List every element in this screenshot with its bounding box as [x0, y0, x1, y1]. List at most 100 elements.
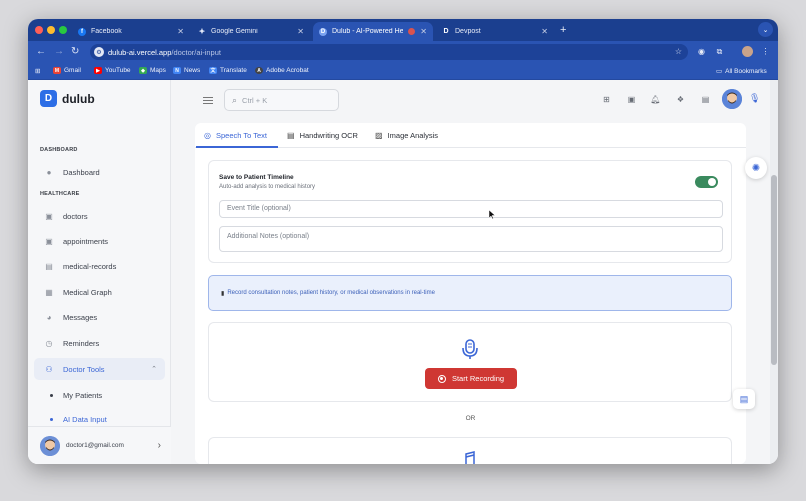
- sidebar-item-doctors[interactable]: ▣ doctors: [34, 206, 165, 227]
- page-scrollbar[interactable]: [770, 80, 778, 464]
- close-tab-icon[interactable]: ✕: [177, 27, 184, 36]
- mic-icon: ◎: [204, 131, 211, 140]
- section-dashboard: DASHBOARD: [40, 147, 78, 153]
- main-content: ⌕ Ctrl + K ⊞ ▣ 🔔︎ ❖ ▤ 🎙︎ ◎ Speech To Tex…: [172, 80, 770, 464]
- bookmark-youtube[interactable]: ▶ YouTube: [94, 67, 131, 74]
- graph-icon: ▦: [45, 288, 53, 297]
- sidebar-subitem-my-patients[interactable]: My Patients: [50, 391, 102, 400]
- bookmark-news[interactable]: N News: [173, 67, 200, 74]
- image-icon: ▨: [375, 131, 383, 140]
- browser-window: f Facebook ✕ ✦ Google Gemini ✕ D Dulub -…: [28, 19, 778, 464]
- logo-mark: D: [40, 90, 57, 107]
- bullet-dot: [50, 394, 53, 397]
- save-to-timeline-toggle[interactable]: [695, 176, 718, 188]
- chat-button[interactable]: ▤: [733, 389, 755, 409]
- start-recording-button[interactable]: Start Recording: [425, 368, 517, 389]
- avatar-face-icon: [722, 89, 742, 109]
- site-info-icon[interactable]: ⚙: [94, 47, 104, 57]
- tab-handwriting-ocr[interactable]: ▤ Handwriting OCR: [287, 131, 358, 140]
- info-banner: ▮ Record consultation notes, patient his…: [208, 275, 732, 311]
- bookmark-maps[interactable]: ◆ Maps: [139, 67, 166, 74]
- voice-mic-icon[interactable]: 🎙︎: [749, 93, 760, 104]
- profile-avatar-icon[interactable]: [742, 46, 753, 57]
- user-profile-box[interactable]: doctor1@gmail.com ›: [28, 426, 171, 464]
- sidebar-item-dashboard[interactable]: ● Dashboard: [34, 162, 165, 183]
- sidebar-subitem-ai-data-input[interactable]: AI Data Input: [50, 415, 107, 424]
- recording-indicator-icon: [408, 28, 416, 35]
- translate-icon[interactable]: ▣: [625, 93, 638, 106]
- apps-icon[interactable]: ❖: [674, 93, 687, 106]
- menu-toggle-icon[interactable]: [203, 97, 213, 104]
- windows-icon[interactable]: ⊞: [600, 93, 613, 106]
- apps-grid-icon[interactable]: ⊞: [35, 67, 40, 75]
- sparkle-icon: ✺: [751, 162, 761, 174]
- ai-assistant-button[interactable]: ✺: [745, 157, 767, 179]
- upload-panel: [208, 437, 732, 464]
- forward-arrow-icon[interactable]: →: [54, 46, 64, 57]
- all-bookmarks-button[interactable]: ▭ All Bookmarks: [716, 67, 767, 76]
- browser-tab-devpost[interactable]: D Devpost ✕: [436, 22, 554, 41]
- record-icon: [437, 374, 446, 383]
- sidebar-item-appointments[interactable]: ▣ appointments: [34, 231, 165, 252]
- logo-name: dulub: [62, 91, 95, 106]
- web-page: D dulub DASHBOARD ● Dashboard HEALTHCARE…: [28, 80, 778, 464]
- user-avatar[interactable]: [722, 89, 742, 109]
- close-tab-icon[interactable]: ✕: [541, 27, 548, 36]
- close-window-button[interactable]: [35, 26, 43, 34]
- extension-icon[interactable]: ◉: [696, 46, 707, 57]
- bookmark-star-icon[interactable]: ☆: [675, 47, 682, 56]
- tab-speech-to-text[interactable]: ◎ Speech To Text: [204, 131, 267, 140]
- timeline-settings-panel: Save to Patient Timeline Auto-add analys…: [208, 160, 732, 263]
- user-email: doctor1@gmail.com: [66, 442, 124, 449]
- additional-notes-input[interactable]: Additional Notes (optional): [219, 226, 723, 252]
- browser-tab-gemini[interactable]: ✦ Google Gemini ✕: [192, 22, 310, 41]
- sidebar-item-medical-records[interactable]: ▤ medical-records: [34, 256, 165, 277]
- browser-toolbar: ← → ↻ ⚙ dulub-ai.vercel.app/doctor/ai-in…: [28, 41, 778, 63]
- timeline-title: Save to Patient Timeline: [219, 174, 294, 181]
- app-logo[interactable]: D dulub: [40, 90, 95, 107]
- browser-tab-dulub[interactable]: D Dulub - AI-Powered Heal ✕: [313, 22, 433, 41]
- tab-strip: f Facebook ✕ ✦ Google Gemini ✕ D Dulub -…: [28, 19, 778, 41]
- tab-search-button[interactable]: ⌄: [758, 22, 773, 37]
- address-bar[interactable]: ⚙ dulub-ai.vercel.app/doctor/ai-input ☆: [90, 44, 688, 60]
- user-avatar-small: [40, 435, 60, 456]
- user-icon: ●: [46, 168, 52, 177]
- search-input[interactable]: ⌕ Ctrl + K: [224, 89, 339, 111]
- browser-tab-facebook[interactable]: f Facebook ✕: [72, 22, 190, 41]
- new-tab-button[interactable]: +: [560, 24, 566, 36]
- document-icon: ▤: [287, 131, 295, 140]
- tab-image-analysis[interactable]: ▨ Image Analysis: [375, 131, 438, 140]
- messages-icon: ◕: [46, 313, 52, 322]
- maximize-window-button[interactable]: [59, 26, 67, 34]
- extensions-puzzle-icon[interactable]: ⧉: [714, 46, 725, 57]
- minimize-window-button[interactable]: [47, 26, 55, 34]
- sidebar-item-reminders[interactable]: ◷ Reminders: [34, 333, 165, 354]
- bell-icon[interactable]: 🔔︎: [649, 93, 662, 106]
- doctor-icon: ▣: [45, 212, 53, 221]
- sidebar-item-messages[interactable]: ◕ Messages: [34, 307, 165, 328]
- devpost-icon: D: [443, 28, 449, 35]
- reload-icon[interactable]: ↻: [71, 46, 79, 57]
- sidebar-item-medical-graph[interactable]: ▦ Medical Graph: [34, 282, 165, 303]
- notes-icon[interactable]: ▤: [699, 93, 712, 106]
- bookmark-adobe-acrobat[interactable]: A Adobe Acrobat: [255, 67, 309, 74]
- scrollbar-thumb[interactable]: [771, 175, 777, 365]
- bookmarks-bar: ⊞ M Gmail ▶ YouTube ◆ Maps N News 文 Translate…: [28, 63, 778, 80]
- event-title-input[interactable]: Event Title (optional): [219, 200, 723, 218]
- bookmark-gmail[interactable]: M Gmail: [53, 67, 81, 74]
- records-icon: ▤: [45, 262, 53, 271]
- avatar-face-icon: [40, 435, 60, 456]
- browser-menu-icon[interactable]: ⋮: [760, 46, 771, 57]
- close-tab-icon[interactable]: ✕: [420, 27, 427, 36]
- bullet-dot: [50, 418, 53, 421]
- back-arrow-icon[interactable]: ←: [36, 46, 46, 57]
- bookmark-translate[interactable]: 文 Translate: [209, 67, 247, 74]
- calendar-icon: ▣: [45, 237, 53, 246]
- section-healthcare: HEALTHCARE: [40, 191, 80, 197]
- close-tab-icon[interactable]: ✕: [297, 27, 304, 36]
- active-tab-indicator: [196, 146, 278, 148]
- sidebar: D dulub DASHBOARD ● Dashboard HEALTHCARE…: [28, 80, 171, 464]
- folder-icon: ▭: [716, 68, 723, 75]
- music-file-icon: [465, 451, 475, 464]
- sidebar-item-doctor-tools[interactable]: ⚇ Doctor Tools ⌃: [34, 358, 165, 380]
